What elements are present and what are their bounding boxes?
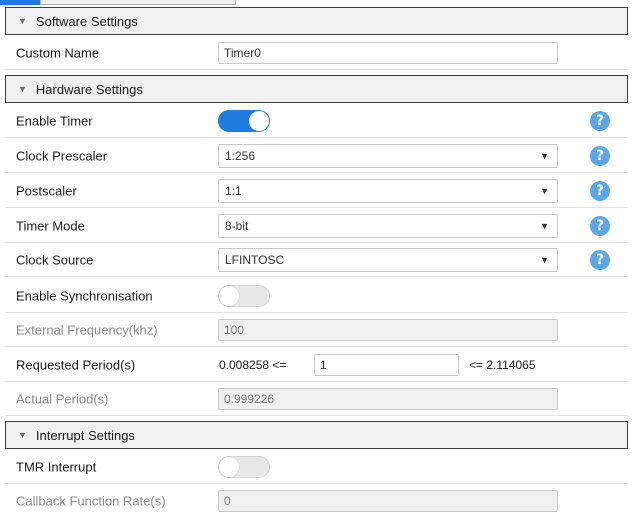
row-enable-timer: Enable Timer ? <box>5 104 628 138</box>
postscaler-select[interactable]: 1:1 ▼ <box>218 179 558 203</box>
section-title: Hardware Settings <box>35 81 143 97</box>
triangle-down-icon[interactable]: ▼ <box>18 84 27 94</box>
row-postscaler: Postscaler 1:1 ▼ ? <box>5 174 628 208</box>
question-mark-icon[interactable]: ? <box>590 181 610 201</box>
triangle-down-icon[interactable]: ▼ <box>18 430 27 440</box>
section-title: Interrupt Settings <box>35 427 135 443</box>
callback-rate-label: Callback Function Rate(s) <box>16 493 166 509</box>
requested-period-label: Requested Period(s) <box>16 357 136 373</box>
question-mark-icon[interactable]: ? <box>590 216 610 236</box>
callback-rate-field: 0 <box>218 490 558 512</box>
section-header-interrupt[interactable]: ▼ Interrupt Settings <box>5 421 628 449</box>
enable-sync-label: Enable Synchronisation <box>16 288 153 304</box>
postscaler-label: Postscaler <box>16 183 77 199</box>
custom-name-input[interactable]: Timer0 <box>218 42 558 64</box>
actual-period-field: 0.999226 <box>218 388 558 410</box>
chevron-down-icon[interactable]: ▼ <box>540 215 549 237</box>
section-header-hardware[interactable]: ▼ Hardware Settings <box>5 75 628 103</box>
section-title: Software Settings <box>35 13 138 29</box>
select-value: 8-bit <box>225 219 249 233</box>
clock-source-label: Clock Source <box>16 252 94 268</box>
row-ext-freq: External Frequency(khz) 100 <box>5 313 628 347</box>
tmr-interrupt-toggle[interactable] <box>218 456 270 478</box>
triangle-down-icon[interactable]: ▼ <box>18 16 27 26</box>
row-actual-period: Actual Period(s) 0.999226 <box>5 382 628 416</box>
toggle-knob <box>219 286 239 306</box>
row-timer-mode: Timer Mode 8-bit ▼ ? <box>5 209 628 243</box>
select-value: LFINTOSC <box>225 253 285 267</box>
row-divider <box>5 137 628 138</box>
enable-sync-toggle[interactable] <box>218 285 270 307</box>
row-divider <box>5 207 628 208</box>
period-max-text: <= 2.114065 <box>469 358 536 372</box>
row-divider <box>5 276 628 277</box>
select-value: 1:256 <box>225 149 256 163</box>
row-clock-prescaler: Clock Prescaler 1:256 ▼ ? <box>5 139 628 173</box>
tab-strip <box>0 0 633 6</box>
row-clock-source: Clock Source LFINTOSC ▼ ? <box>5 243 628 277</box>
clock-source-select[interactable]: LFINTOSC ▼ <box>218 248 558 272</box>
ext-freq-field: 100 <box>218 319 558 341</box>
clock-prescaler-select[interactable]: 1:256 ▼ <box>218 144 558 168</box>
row-divider <box>5 415 628 416</box>
tab-inactive[interactable] <box>40 0 236 5</box>
select-value: 1:1 <box>225 184 242 198</box>
period-min-text: 0.008258 <= <box>219 358 287 372</box>
timer-mode-select[interactable]: 8-bit ▼ <box>218 214 558 238</box>
tmr-interrupt-label: TMR Interrupt <box>16 459 97 475</box>
chevron-down-icon[interactable]: ▼ <box>540 145 549 167</box>
chevron-down-icon[interactable]: ▼ <box>540 180 549 202</box>
actual-period-label: Actual Period(s) <box>16 391 109 407</box>
timer-mode-label: Timer Mode <box>16 218 85 234</box>
row-divider <box>5 69 628 70</box>
toggle-knob <box>249 111 269 131</box>
row-enable-sync: Enable Synchronisation <box>5 279 628 313</box>
tab-active[interactable] <box>0 0 40 5</box>
enable-timer-label: Enable Timer <box>16 113 93 129</box>
clock-prescaler-label: Clock Prescaler <box>16 148 108 164</box>
question-mark-icon[interactable]: ? <box>590 111 610 131</box>
ext-freq-label: External Frequency(khz) <box>16 322 158 338</box>
enable-timer-toggle[interactable] <box>218 110 270 132</box>
requested-period-input[interactable]: 1 <box>314 354 459 376</box>
row-custom-name: Custom Name Timer0 <box>5 36 628 70</box>
question-mark-icon[interactable]: ? <box>590 146 610 166</box>
custom-name-label: Custom Name <box>16 45 100 61</box>
row-divider <box>5 346 628 347</box>
row-tmr-interrupt: TMR Interrupt <box>5 450 628 484</box>
toggle-knob <box>219 457 239 477</box>
section-header-software[interactable]: ▼ Software Settings <box>5 7 628 35</box>
chevron-down-icon[interactable]: ▼ <box>540 249 549 271</box>
row-requested-period: Requested Period(s) 0.008258 <= 1 <= 2.1… <box>5 348 628 382</box>
question-mark-icon[interactable]: ? <box>590 250 610 270</box>
row-divider <box>5 172 628 173</box>
row-callback-rate: Callback Function Rate(s) 0 <box>5 484 628 518</box>
